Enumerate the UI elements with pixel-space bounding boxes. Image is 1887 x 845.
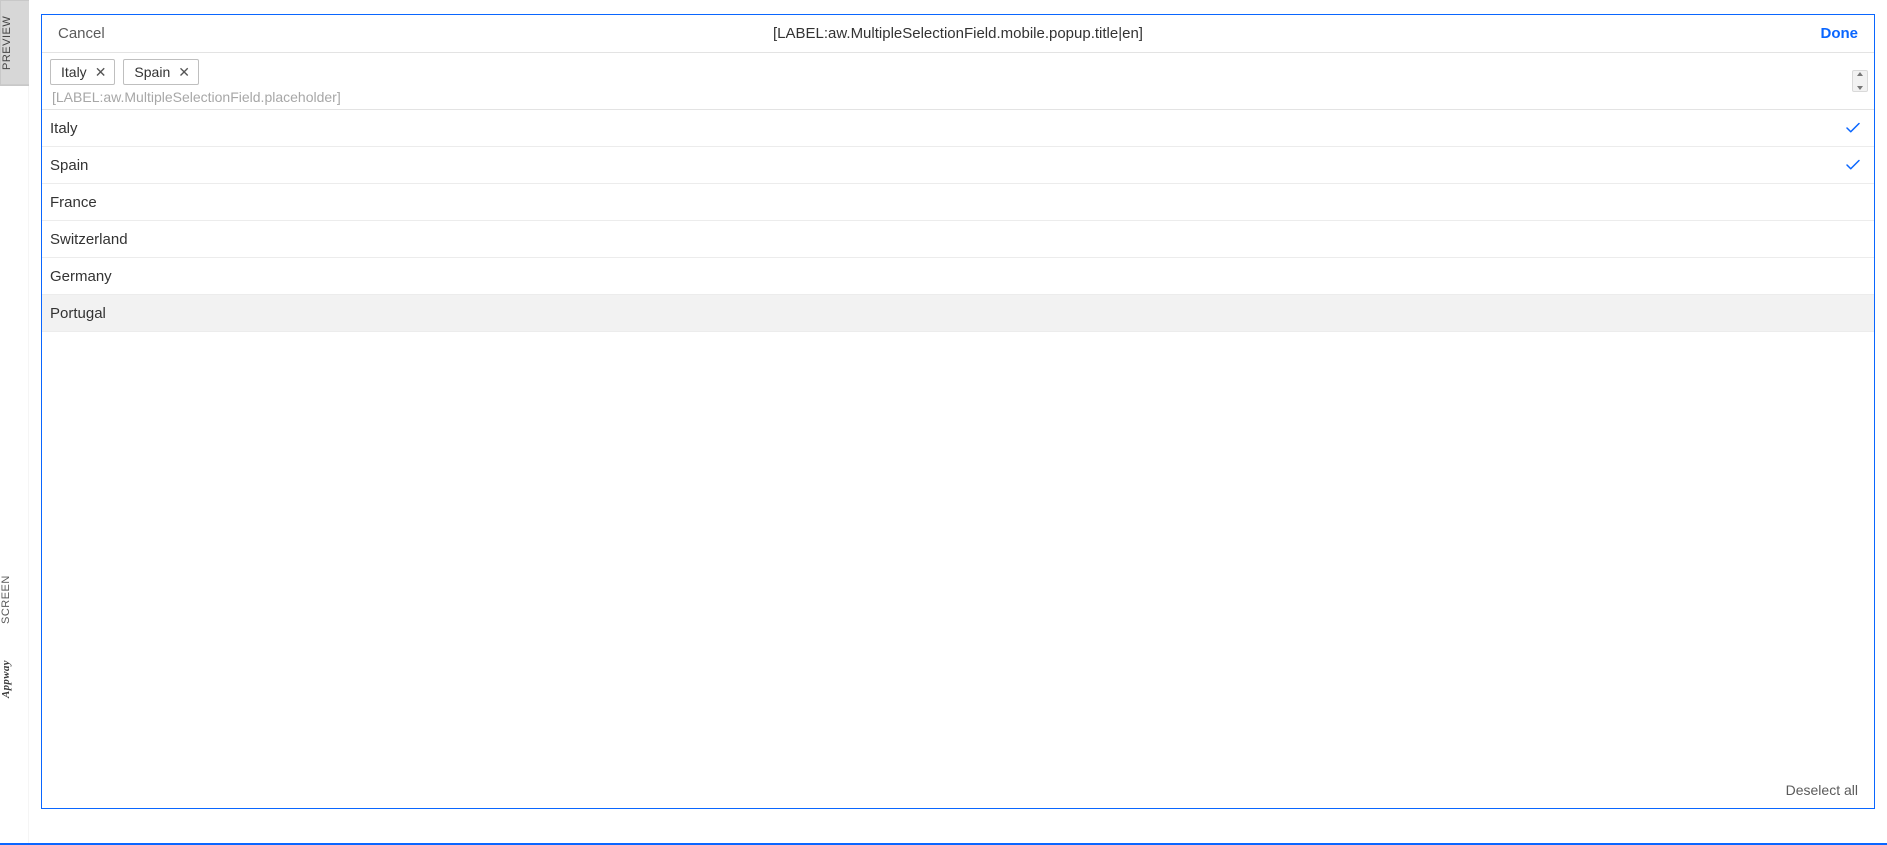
close-icon[interactable]: ✕ — [95, 65, 107, 79]
chevron-down-icon[interactable] — [1857, 86, 1863, 90]
option-row[interactable]: Italy — [42, 110, 1874, 147]
chevron-up-icon[interactable] — [1857, 72, 1863, 76]
app-root: PREVIEW SCREEN Appway Cancel [LABEL:aw.M… — [0, 0, 1887, 845]
check-icon — [1844, 156, 1862, 174]
popup-header: Cancel [LABEL:aw.MultipleSelectionField.… — [42, 15, 1874, 53]
chip-label: Spain — [134, 64, 170, 80]
selected-chips-row: Italy ✕ Spain ✕ — [42, 53, 1874, 110]
main-area: Cancel [LABEL:aw.MultipleSelectionField.… — [29, 0, 1887, 843]
cancel-button[interactable]: Cancel — [58, 25, 178, 42]
deselect-all-button[interactable]: Deselect all — [1786, 782, 1858, 798]
tab-preview[interactable]: PREVIEW — [0, 0, 29, 86]
chip: Italy ✕ — [50, 59, 115, 85]
option-row[interactable]: Spain — [42, 147, 1874, 184]
option-row[interactable]: Portugal — [42, 295, 1874, 332]
chip: Spain ✕ — [123, 59, 199, 85]
options-list: Italy Spain France Switzerland Germany Portug… — [42, 110, 1874, 772]
option-row[interactable]: France — [42, 184, 1874, 221]
chip-label: Italy — [61, 64, 87, 80]
popup-title: [LABEL:aw.MultipleSelectionField.mobile.… — [178, 25, 1738, 42]
done-button[interactable]: Done — [1738, 25, 1858, 42]
stepper-control[interactable] — [1852, 70, 1868, 92]
chips-container: Italy ✕ Spain ✕ — [50, 59, 1866, 87]
left-rail: PREVIEW SCREEN Appway — [0, 0, 29, 843]
close-icon[interactable]: ✕ — [178, 65, 190, 79]
option-label: France — [50, 194, 97, 211]
option-label: Switzerland — [50, 231, 128, 248]
option-row[interactable]: Switzerland — [42, 221, 1874, 258]
multi-select-popup: Cancel [LABEL:aw.MultipleSelectionField.… — [41, 14, 1875, 809]
selection-input[interactable] — [50, 89, 1830, 105]
option-label: Portugal — [50, 305, 106, 322]
option-row[interactable]: Germany — [42, 258, 1874, 295]
brand-appway: Appway — [0, 644, 29, 714]
tab-screen[interactable]: SCREEN — [0, 560, 29, 640]
option-label: Italy — [50, 120, 78, 137]
option-label: Spain — [50, 157, 88, 174]
option-label: Germany — [50, 268, 112, 285]
check-icon — [1844, 119, 1862, 137]
popup-footer: Deselect all — [42, 772, 1874, 808]
